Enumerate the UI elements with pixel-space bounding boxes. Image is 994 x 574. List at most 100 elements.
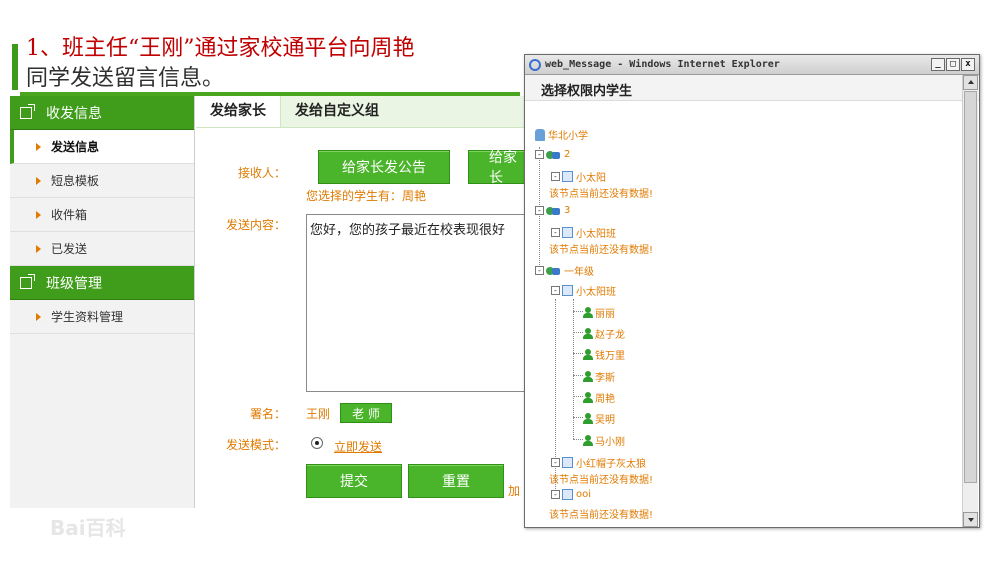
tree-node-grade-1[interactable]: - 一年级: [535, 263, 594, 278]
sidebar-item-inbox[interactable]: 收件箱: [10, 198, 194, 232]
send-now-radio[interactable]: [311, 437, 323, 449]
tree-label: 李斯: [595, 373, 615, 384]
grade-icon: [546, 266, 562, 276]
content-label: 发送内容：: [225, 218, 286, 232]
grade-icon: [546, 206, 562, 216]
class-icon: [562, 285, 573, 296]
tree-label: 赵子龙: [595, 330, 625, 341]
tree-guide-line: [573, 439, 583, 440]
empty-node-message: 该节点当前还没有数据!: [549, 475, 654, 486]
slide: 1、班主任“王刚”通过家校通平台向周艳 同学发送留言信息。 收发信息 发送信息 …: [0, 0, 994, 574]
tree-node-grade-2[interactable]: - 2: [535, 149, 570, 160]
sidebar-item-label: 发送信息: [51, 140, 100, 154]
student-icon: [583, 413, 593, 424]
school-icon: [535, 128, 545, 141]
class-icon: [562, 171, 573, 182]
sidebar-item-label: 短息模板: [51, 174, 100, 188]
collapse-toggle-icon[interactable]: -: [535, 266, 544, 275]
watermark-logo: Bai百科: [50, 516, 126, 540]
scroll-down-button[interactable]: [963, 512, 978, 527]
collapse-toggle-icon[interactable]: -: [535, 150, 544, 159]
tree-node-student[interactable]: 马小刚: [583, 433, 625, 448]
send-to-parents-button[interactable]: 给家长: [468, 150, 528, 186]
collapse-toggle-icon[interactable]: -: [551, 458, 560, 467]
tree-node-class[interactable]: - 小红帽子灰太狼: [551, 455, 646, 470]
sidebar-section-label: 班级管理: [46, 275, 102, 292]
sidebar-item-sent[interactable]: 已发送: [10, 232, 194, 266]
window-header: 选择权限内学生: [525, 75, 979, 101]
tab-send-to-parents[interactable]: 发给家长: [196, 96, 281, 127]
send-now-option[interactable]: 立即发送: [334, 438, 382, 455]
arrow-right-icon: [36, 210, 41, 219]
window-controls: _ □ x: [931, 58, 975, 71]
tree-node-class[interactable]: - 小太阳班: [551, 225, 616, 240]
sidebar-item-student-records[interactable]: 学生资料管理: [10, 300, 194, 334]
sidebar-section-messages[interactable]: 收发信息: [10, 96, 194, 130]
tree-node-student-selected[interactable]: 周艳: [583, 390, 615, 405]
slide-caption: 1、班主任“王刚”通过家校通平台向周艳 同学发送留言信息。: [26, 34, 415, 94]
arrow-right-icon: [36, 244, 41, 253]
arrow-right-icon: [36, 176, 41, 185]
message-content-textarea[interactable]: 您好，您的孩子最近在校表现很好: [306, 214, 528, 392]
tree-node-student[interactable]: 丽丽: [583, 305, 615, 320]
collapse-toggle-icon[interactable]: -: [551, 286, 560, 295]
ie-logo-icon: [529, 58, 541, 71]
tree-node-student[interactable]: 吴明: [583, 411, 615, 426]
submit-button[interactable]: 提交: [306, 464, 402, 498]
tree-node-student[interactable]: 钱万里: [583, 347, 625, 362]
tree-label: 一年级: [564, 267, 594, 278]
notice-to-parents-button[interactable]: 给家长发公告: [318, 150, 450, 184]
caption-line-1: 1、班主任“王刚”通过家校通平台向周艳: [26, 36, 415, 61]
tab-send-to-custom-group[interactable]: 发给自定义组: [281, 96, 393, 127]
sidebar-item-send-message[interactable]: 发送信息: [10, 130, 194, 164]
add-link[interactable]: 加: [508, 482, 520, 499]
tree-label: ooi: [576, 489, 592, 500]
class-icon: [562, 227, 573, 238]
sidebar-section-label: 收发信息: [46, 105, 102, 122]
tree-guide-line: [573, 417, 583, 418]
empty-node-message: 该节点当前还没有数据!: [549, 510, 654, 521]
window-titlebar[interactable]: web_Message - Windows Internet Explorer …: [525, 55, 979, 75]
window-title: web_Message - Windows Internet Explorer: [545, 59, 780, 70]
maximize-button[interactable]: □: [946, 58, 960, 71]
student-icon: [583, 435, 593, 446]
collapse-toggle-icon[interactable]: -: [535, 206, 544, 215]
tree-node-school[interactable]: 华北小学: [535, 127, 588, 142]
tree-node-student[interactable]: 赵子龙: [583, 326, 625, 341]
tree-guide-line: [573, 375, 583, 376]
selected-students-hint: 您选择的学生有：周艳: [306, 189, 427, 203]
tree-guide-line: [573, 396, 583, 397]
caption-accent-bar: [12, 44, 18, 90]
class-icon: [562, 457, 573, 468]
collapse-toggle-icon[interactable]: -: [551, 172, 560, 181]
tree-guide-line: [573, 311, 583, 312]
tree-label: 吴明: [595, 415, 615, 426]
tree-label: 丽丽: [595, 309, 615, 320]
tree-guide-line: [573, 353, 583, 354]
reset-button[interactable]: 重置: [408, 464, 504, 498]
sidebar: 收发信息 发送信息 短息模板 收件箱 已发送 班级管理 学生资料管理: [10, 96, 195, 508]
sidebar-section-class-management[interactable]: 班级管理: [10, 266, 194, 300]
tree-node-student[interactable]: 李斯: [583, 369, 615, 384]
minimize-button[interactable]: _: [931, 58, 945, 71]
tree-label: 小红帽子灰太狼: [576, 459, 646, 470]
collapse-toggle-icon[interactable]: -: [551, 490, 560, 499]
recipient-label: 接收人：: [237, 166, 286, 180]
scroll-up-button[interactable]: [963, 75, 978, 90]
tree-node-class[interactable]: - 小太阳班: [551, 283, 616, 298]
collapse-toggle-icon[interactable]: -: [551, 228, 560, 237]
tree-label: 周艳: [595, 394, 615, 405]
tree-label: 小太阳班: [576, 287, 616, 298]
teacher-role-button[interactable]: 老 师: [340, 403, 392, 423]
sidebar-item-templates[interactable]: 短息模板: [10, 164, 194, 198]
close-button[interactable]: x: [961, 58, 975, 71]
tree-label: 2: [564, 149, 571, 160]
tree-node-class[interactable]: - ooi: [551, 489, 591, 500]
arrow-right-icon: [36, 312, 41, 321]
vertical-scrollbar[interactable]: [962, 75, 978, 527]
tree-guide-line: [573, 299, 574, 439]
scroll-thumb[interactable]: [964, 91, 977, 483]
tree-node-class[interactable]: - 小太阳: [551, 169, 606, 184]
student-picker-window: web_Message - Windows Internet Explorer …: [524, 54, 980, 528]
tree-node-grade-3[interactable]: - 3: [535, 205, 570, 216]
